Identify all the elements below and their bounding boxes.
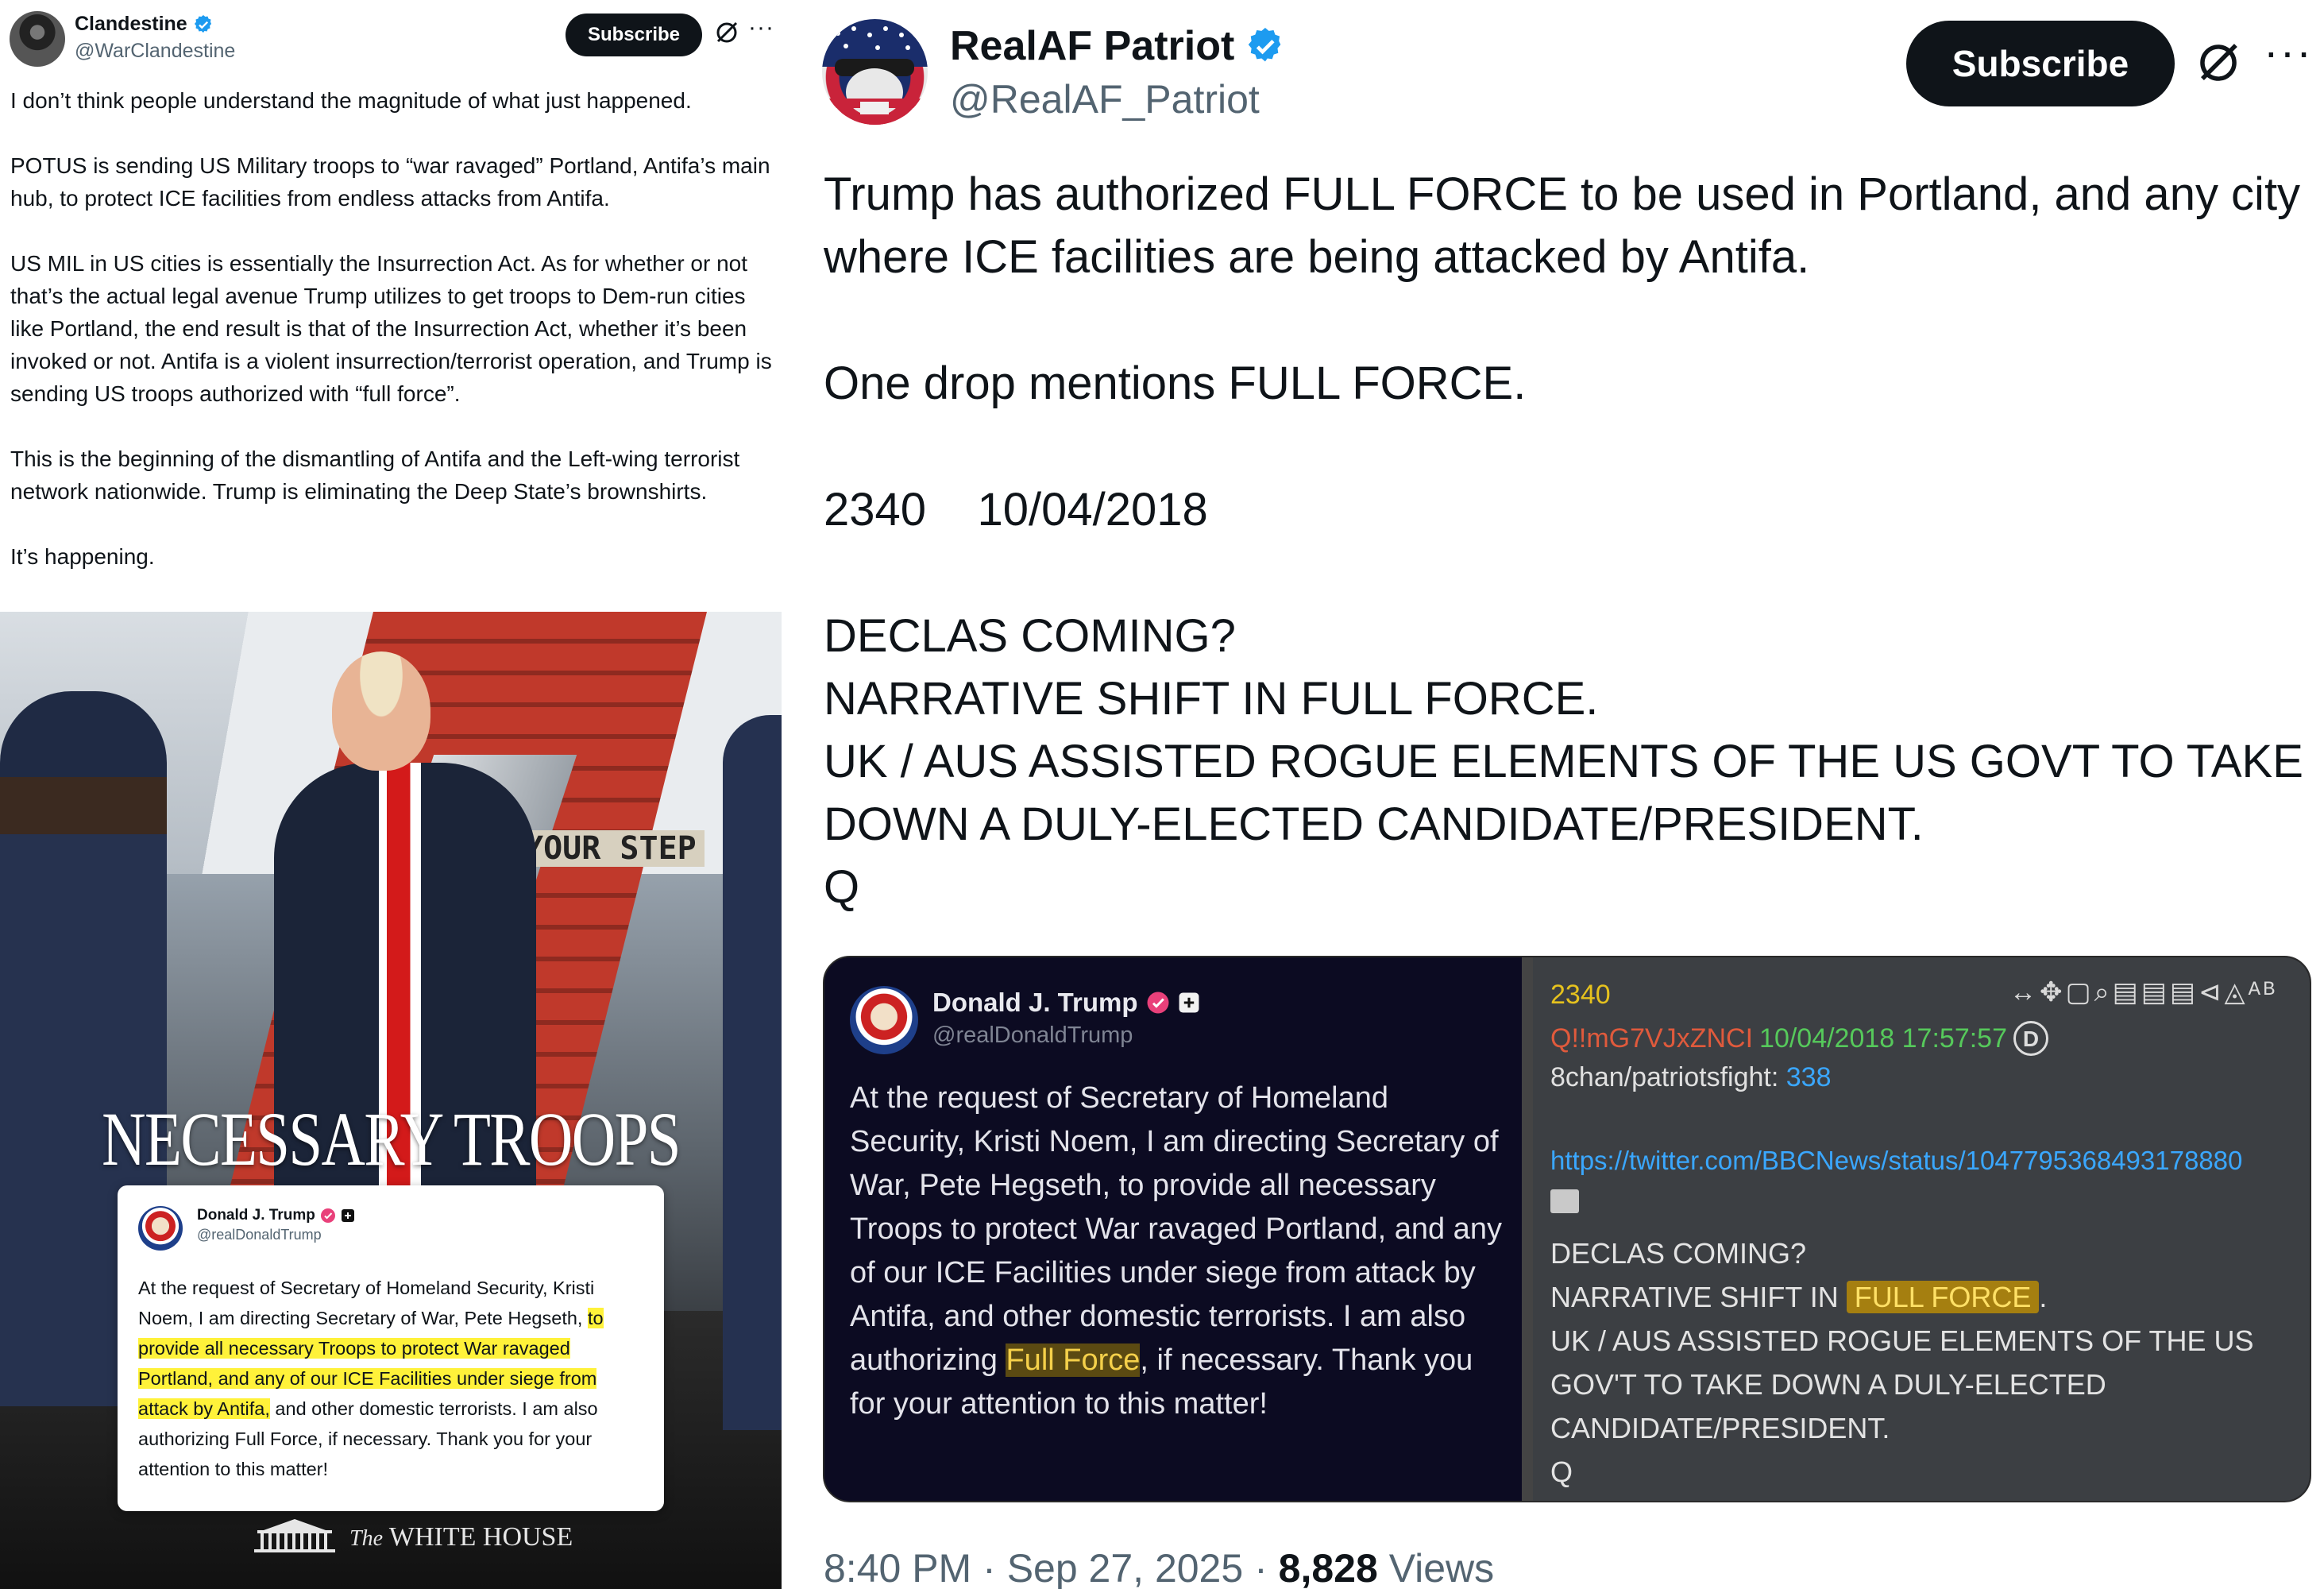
drop-line: UK / AUS ASSISTED ROGUE ELEMENTS OF THE … <box>1550 1324 2254 1444</box>
q-drop-screenshot: 2340 ↔✥▢⌕▤▤▤⊲◬ᴬᴮ Q!!mG7VJxZNCI 10/04/201… <box>1533 957 2310 1501</box>
plus-badge-icon <box>1179 992 1199 1013</box>
truth-social-screenshot: Donald J. Trump @realDonaldTrump At the … <box>824 957 1522 1501</box>
more-options-icon[interactable]: ··· <box>2264 25 2313 77</box>
drop-body-text: DECLAS COMING? NARRATIVE SHIFT IN FULL F… <box>1550 1231 2305 1494</box>
avatar[interactable] <box>822 19 928 125</box>
drop-text-segment: NARRATIVE SHIFT IN <box>1550 1281 1847 1313</box>
meta-separator: · <box>1254 1546 1268 1589</box>
post-image[interactable]: YOUR STEP NECESSARY TROOPS Donald J. Tru… <box>0 612 782 1589</box>
left-post: Clandestine @WarClandestine Subscribe ··… <box>0 0 782 1589</box>
drop-link: https://twitter.com/BBCNews/status/10477… <box>1550 1146 2243 1175</box>
skull-patriot-avatar-icon <box>822 19 928 125</box>
views-label: Views <box>1388 1546 1495 1589</box>
more-options-icon[interactable]: ··· <box>748 14 774 41</box>
avatar <box>138 1206 183 1251</box>
avatar <box>850 986 918 1054</box>
drop-text-segment: . <box>2039 1281 2048 1313</box>
author-name-text[interactable]: Clandestine <box>75 13 187 36</box>
highlighted-text: FULL FORCE <box>1846 1281 2040 1313</box>
meta-separator: · <box>982 1546 996 1589</box>
post-paragraph: This is the beginning of the dismantling… <box>10 447 740 504</box>
post-image[interactable]: Donald J. Trump @realDonaldTrump At the … <box>823 956 2311 1502</box>
image-divider <box>1522 957 1533 1501</box>
drop-toolbar-icons: ↔✥▢⌕▤▤▤⊲◬ᴬᴮ <box>2009 977 2279 1007</box>
post-meta: 8:40 PM · Sep 27, 2025 · 8,828 Views <box>824 1545 1494 1589</box>
post-paragraph: I don’t think people understand the magn… <box>10 88 692 113</box>
plus-badge-icon <box>341 1209 354 1222</box>
post-paragraph: DECLAS COMING? NARRATIVE SHIFT IN FULL F… <box>824 610 2303 913</box>
drop-line: DECLAS COMING? <box>1550 1237 1807 1270</box>
card-author-name-text: Donald J. Trump <box>197 1207 315 1224</box>
post-time[interactable]: 8:40 PM <box>824 1546 971 1589</box>
card-author-handle: @realDonaldTrump <box>197 1227 322 1243</box>
drop-header: Q!!mG7VJxZNCI 10/04/2018 17:57:57 D <box>1550 1021 2048 1056</box>
post-text: I don’t think people understand the magn… <box>10 84 773 605</box>
highlighted-text: Full Force <box>1006 1343 1141 1377</box>
verified-badge-icon <box>1249 28 1281 62</box>
grok-icon[interactable] <box>2194 38 2243 87</box>
archive-icon <box>1550 1189 1579 1213</box>
post-paragraph: 2340 10/04/2018 <box>824 484 1208 535</box>
verified-badge-icon <box>320 1208 335 1223</box>
subscribe-button[interactable]: Subscribe <box>566 14 702 56</box>
truth-text-segment: At the request of Secretary of Homeland … <box>850 1081 1502 1377</box>
card-text-segment: At the request of Secretary of Homeland … <box>138 1278 595 1328</box>
views-count: 8,828 <box>1278 1546 1378 1589</box>
drop-tripcode: Q!!mG7VJxZNCI <box>1550 1023 1754 1054</box>
drop-line: NARRATIVE SHIFT IN FULL FORCE. <box>1550 1275 2305 1319</box>
trump-figure-head <box>332 651 430 771</box>
avatar[interactable] <box>10 11 65 67</box>
stair-sign: YOUR STEP <box>516 830 705 867</box>
author-name[interactable]: Clandestine <box>75 13 213 36</box>
truth-author-name: Donald J. Trump <box>932 988 1200 1018</box>
truth-card: Donald J. Trump @realDonaldTrump At the … <box>118 1185 664 1511</box>
white-house-wordmark: The WHITE HOUSE <box>349 1522 573 1552</box>
board-number: 338 <box>1785 1062 1832 1092</box>
right-post: RealAF Patriot @RealAF_Patriot Subscribe… <box>794 0 2324 1589</box>
post-date[interactable]: Sep 27, 2025 <box>1007 1546 1244 1589</box>
verified-badge-icon <box>194 14 211 33</box>
post-paragraph: POTUS is sending US Military troops to “… <box>10 153 770 211</box>
author-handle[interactable]: @WarClandestine <box>75 40 235 63</box>
image-headline: NECESSARY TROOPS <box>102 1096 681 1181</box>
post-paragraph: One drop mentions FULL FORCE. <box>824 358 1527 409</box>
subscribe-button[interactable]: Subscribe <box>1906 21 2175 106</box>
post-paragraph: US MIL in US cities is essentially the I… <box>10 251 772 406</box>
truth-body-text: At the request of Secretary of Homeland … <box>850 1077 1509 1426</box>
author-name-text[interactable]: RealAF Patriot <box>950 22 1234 70</box>
author-handle[interactable]: @RealAF_Patriot <box>950 76 1260 122</box>
verified-badge-icon <box>1147 992 1169 1014</box>
board-name: 8chan/patriotsfight: <box>1550 1062 1779 1092</box>
white-house-logo-icon <box>254 1519 335 1552</box>
post-paragraph: Trump has authorized FULL FORCE to be us… <box>824 168 2301 283</box>
card-author-name: Donald J. Trump <box>197 1207 355 1224</box>
drop-id-badge: D <box>2013 1021 2048 1056</box>
drop-board: 8chan/patriotsfight: 338 <box>1550 1062 1831 1093</box>
author-name[interactable]: RealAF Patriot <box>950 22 1284 70</box>
drop-datetime: 10/04/2018 17:57:57 <box>1759 1023 2007 1054</box>
drop-number: 2340 <box>1550 980 1611 1010</box>
military-guard-figure <box>723 715 782 1430</box>
wordmark-text: WHITE HOUSE <box>388 1522 573 1552</box>
post-text: Trump has authorized FULL FORCE to be us… <box>824 163 2309 982</box>
drop-line: Q <box>1550 1456 1573 1488</box>
post-paragraph: It’s happening. <box>10 544 155 569</box>
wordmark-prefix: The <box>349 1526 383 1551</box>
grok-icon[interactable] <box>713 19 740 46</box>
card-body-text: At the request of Secretary of Homeland … <box>138 1273 647 1484</box>
truth-author-name-text: Donald J. Trump <box>932 988 1138 1017</box>
truth-author-handle: @realDonaldTrump <box>932 1023 1133 1048</box>
